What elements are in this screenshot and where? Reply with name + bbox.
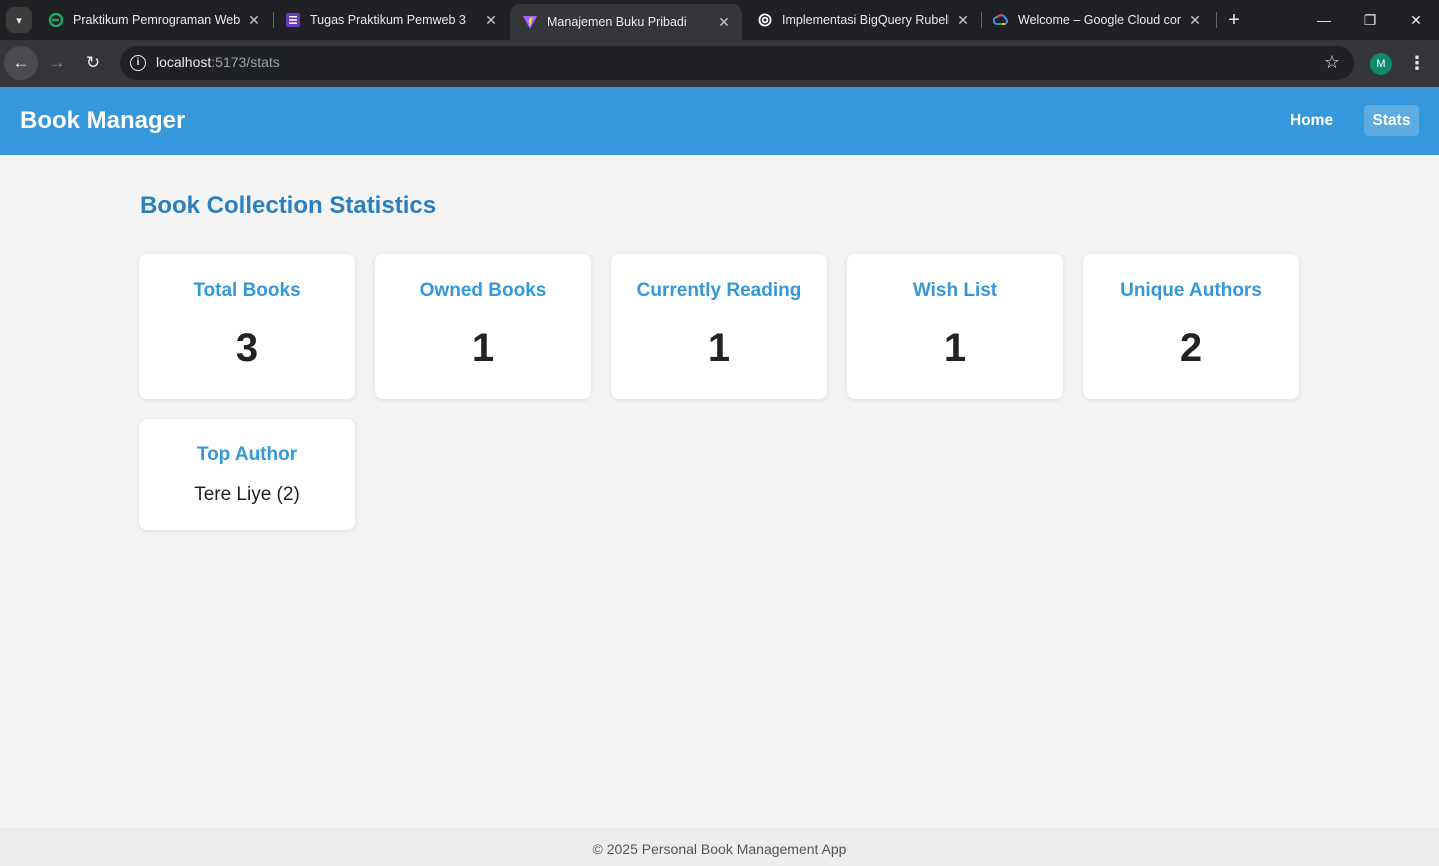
tab-separator (1216, 12, 1217, 28)
arrow-right-icon: → (48, 53, 66, 72)
google-cloud-icon (993, 12, 1009, 28)
nav-stats-link[interactable]: Stats (1364, 105, 1419, 136)
close-tab-icon[interactable]: ✕ (716, 14, 732, 31)
stat-label: Total Books (193, 280, 301, 301)
plus-icon: + (1228, 9, 1240, 31)
url-path: :5173/stats (211, 54, 280, 70)
page-title: Book Collection Statistics (140, 192, 437, 219)
stat-card-currently-reading: Currently Reading 1 (611, 254, 827, 399)
stat-label: Wish List (912, 280, 998, 301)
forward-button[interactable]: → (40, 46, 74, 80)
tab-favicon-icon (48, 12, 64, 28)
stat-value: 1 (943, 326, 967, 370)
stat-value: 1 (471, 326, 495, 370)
close-tab-icon[interactable]: ✕ (955, 12, 971, 29)
stat-card-wish-list: Wish List 1 (847, 254, 1063, 399)
tab-favicon-icon (757, 12, 773, 28)
tab-title: Implementasi BigQuery Rubella (782, 13, 949, 27)
stat-value: 2 (1179, 326, 1203, 370)
back-button[interactable]: ← (4, 46, 38, 80)
close-tab-icon[interactable]: ✕ (483, 12, 499, 29)
nav-home-link[interactable]: Home (1279, 105, 1344, 136)
tab-title: Welcome – Google Cloud console (1018, 13, 1181, 27)
stat-value: 1 (707, 326, 731, 370)
bookmark-star-icon[interactable]: ☆ (1324, 52, 1340, 73)
tab-search-button[interactable]: ▾ (6, 7, 32, 33)
stat-card-owned-books: Owned Books 1 (375, 254, 591, 399)
stat-card-unique-authors: Unique Authors 2 (1083, 254, 1299, 399)
tab-manajemen-buku[interactable]: Manajemen Buku Pribadi ✕ (510, 4, 742, 40)
browser-tab-bar: ▾ Praktikum Pemrograman Web ✕ Tugas Prak… (0, 0, 1439, 40)
stat-card-total-books: Total Books 3 (139, 254, 355, 399)
tab-title: Praktikum Pemrograman Web (73, 13, 240, 27)
tab-praktikum-pemrograman-web[interactable]: Praktikum Pemrograman Web ✕ (36, 0, 272, 40)
address-bar[interactable]: i localhost:5173/stats ☆ (120, 46, 1354, 80)
tab-title: Tugas Praktikum Pemweb 3 (310, 13, 466, 27)
vite-logo-icon (522, 14, 538, 30)
top-author-value: Tere Liye (2) (194, 484, 300, 505)
tab-title: Manajemen Buku Pribadi (547, 15, 687, 29)
restore-button[interactable]: ❐ (1347, 0, 1393, 40)
tab-google-cloud[interactable]: Welcome – Google Cloud console ✕ (981, 0, 1213, 40)
arrow-left-icon: ← (12, 53, 30, 72)
stat-label: Currently Reading (636, 280, 802, 301)
browser-menu-icon[interactable]: ⋮ (1408, 52, 1426, 74)
app-footer: © 2025 Personal Book Management App (0, 828, 1439, 866)
app-brand[interactable]: Book Manager (20, 107, 185, 135)
reload-icon: ↻ (85, 53, 101, 72)
chevron-down-icon: ▾ (16, 14, 22, 27)
close-tab-icon[interactable]: ✕ (246, 12, 262, 29)
url-host: localhost (156, 54, 212, 70)
minimize-icon: — (1317, 12, 1331, 28)
tab-favicon-icon (285, 12, 301, 28)
url-text: localhost:5173/stats (156, 54, 280, 70)
profile-avatar[interactable]: M (1370, 53, 1392, 75)
info-icon[interactable]: i (130, 55, 146, 71)
close-window-button[interactable]: ✕ (1393, 0, 1439, 40)
close-tab-icon[interactable]: ✕ (1187, 12, 1203, 29)
reload-button[interactable]: ↻ (76, 46, 110, 80)
stat-card-top-author: Top Author Tere Liye (2) (139, 419, 355, 530)
tab-tugas-praktikum[interactable]: Tugas Praktikum Pemweb 3 ✕ (273, 0, 509, 40)
restore-icon: ❐ (1363, 11, 1377, 28)
app-header: Book Manager Home Stats (0, 87, 1439, 155)
browser-toolbar: ← → ↻ i localhost:5173/stats ☆ M ⋮ (0, 40, 1439, 87)
stat-label: Owned Books (419, 280, 547, 301)
stat-label: Unique Authors (1120, 280, 1262, 301)
stat-label: Top Author (196, 444, 298, 465)
minimize-button[interactable]: — (1301, 0, 1347, 40)
new-tab-button[interactable]: + (1222, 8, 1246, 32)
stat-value: 3 (235, 326, 259, 370)
tab-implementasi-bigquery[interactable]: Implementasi BigQuery Rubella ✕ (745, 0, 981, 40)
close-icon: ✕ (1410, 11, 1422, 28)
